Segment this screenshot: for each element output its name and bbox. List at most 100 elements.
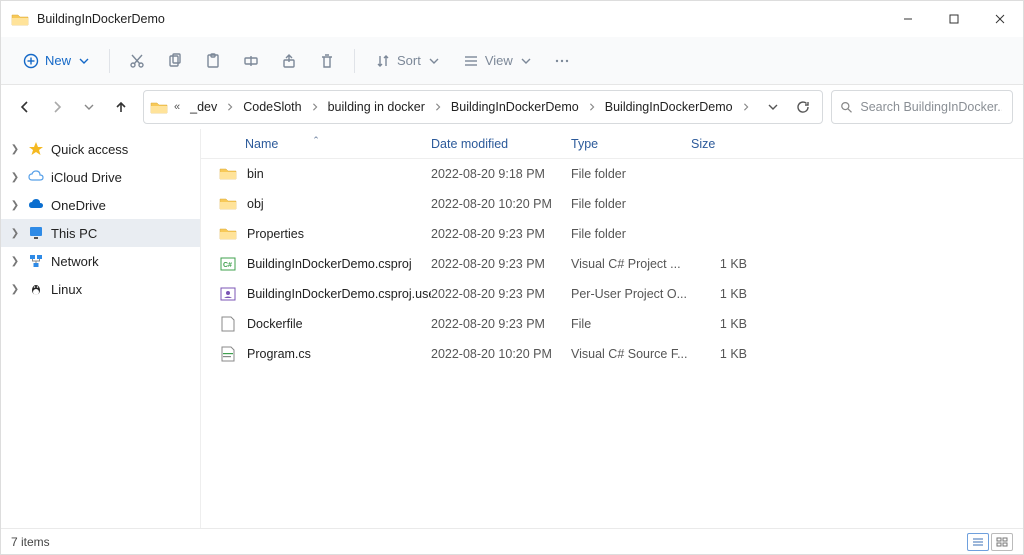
search-input[interactable] [858, 99, 1004, 115]
file-name: obj [247, 197, 264, 211]
monitor-icon [27, 225, 45, 241]
file-name: Dockerfile [247, 317, 303, 331]
chevron-down-icon [79, 56, 89, 66]
sidebar-item-this-pc[interactable]: ❯ This PC [1, 219, 200, 247]
file-size: 1 KB [691, 347, 751, 361]
file-row[interactable]: Dockerfile2022-08-20 9:23 PMFile1 KB [201, 309, 1023, 339]
address-bar[interactable]: « _dev CodeSloth building in docker Buil… [143, 90, 823, 124]
chevron-right-icon[interactable] [225, 102, 235, 112]
rename-button[interactable] [234, 47, 268, 75]
search-box[interactable] [831, 90, 1013, 124]
file-row[interactable]: BuildingInDockerDemo.csproj2022-08-20 9:… [201, 249, 1023, 279]
sidebar-item-label: Network [51, 254, 99, 269]
cut-button[interactable] [120, 47, 154, 75]
icons-view-toggle[interactable] [991, 533, 1013, 551]
more-button[interactable] [545, 47, 579, 75]
file-row[interactable]: Program.cs2022-08-20 10:20 PMVisual C# S… [201, 339, 1023, 369]
sort-label: Sort [397, 53, 421, 68]
file-type: File folder [571, 167, 691, 181]
sidebar-item-label: This PC [51, 226, 97, 241]
expand-caret[interactable]: ❯ [9, 284, 21, 295]
delete-button[interactable] [310, 47, 344, 75]
file-name: BuildingInDockerDemo.csproj.user [247, 287, 431, 301]
overflow-chevron[interactable]: « [172, 101, 182, 113]
separator [354, 49, 355, 73]
expand-caret[interactable]: ❯ [9, 256, 21, 267]
folder-icon [219, 165, 237, 183]
file-size: 1 KB [691, 287, 751, 301]
chevron-right-icon[interactable] [587, 102, 597, 112]
file-rows: bin2022-08-20 9:18 PMFile folderobj2022-… [201, 159, 1023, 369]
sidebar-item-quick-access[interactable]: ❯ Quick access [1, 135, 200, 163]
file-type: File folder [571, 197, 691, 211]
file-date: 2022-08-20 9:18 PM [431, 167, 571, 181]
separator [109, 49, 110, 73]
sidebar-item-icloud[interactable]: ❯ iCloud Drive [1, 163, 200, 191]
file-date: 2022-08-20 9:23 PM [431, 287, 571, 301]
back-button[interactable] [11, 93, 39, 121]
chevron-right-icon[interactable] [310, 102, 320, 112]
share-button[interactable] [272, 47, 306, 75]
expand-caret[interactable]: ❯ [9, 200, 21, 211]
folder-icon [219, 225, 237, 243]
sort-button[interactable]: Sort [365, 47, 449, 75]
sidebar-item-label: iCloud Drive [51, 170, 122, 185]
expand-caret[interactable]: ❯ [9, 144, 21, 155]
folder-icon [11, 12, 29, 26]
nav-row: « _dev CodeSloth building in docker Buil… [1, 85, 1023, 129]
sidebar-item-onedrive[interactable]: ❯ OneDrive [1, 191, 200, 219]
column-name[interactable]: ⌃ Name [201, 137, 431, 151]
status-bar: 7 items [1, 528, 1023, 554]
breadcrumb-item[interactable]: BuildingInDockerDemo [447, 98, 583, 116]
file-name: Properties [247, 227, 304, 241]
sidebar-item-linux[interactable]: ❯ Linux [1, 275, 200, 303]
chevron-down-icon [521, 56, 531, 66]
maximize-button[interactable] [931, 1, 977, 37]
refresh-button[interactable] [790, 94, 816, 120]
expand-caret[interactable]: ❯ [9, 172, 21, 183]
view-icon [463, 53, 479, 69]
sidebar-item-label: OneDrive [51, 198, 106, 213]
expand-caret[interactable]: ❯ [9, 228, 21, 239]
new-button[interactable]: New [13, 47, 99, 75]
details-view-toggle[interactable] [967, 533, 989, 551]
breadcrumb-item[interactable]: CodeSloth [239, 98, 305, 116]
forward-button[interactable] [43, 93, 71, 121]
file-row[interactable]: obj2022-08-20 10:20 PMFile folder [201, 189, 1023, 219]
copy-icon [167, 53, 183, 69]
chevron-down-icon [429, 56, 439, 66]
file-size: 1 KB [691, 257, 751, 271]
chevron-right-icon[interactable] [741, 102, 751, 112]
nav-pane: ❯ Quick access ❯ iCloud Drive ❯ OneDrive… [1, 129, 201, 528]
userproj-icon [219, 285, 237, 303]
file-row[interactable]: BuildingInDockerDemo.csproj.user2022-08-… [201, 279, 1023, 309]
address-dropdown-button[interactable] [760, 94, 786, 120]
star-icon [27, 141, 45, 157]
minimize-button[interactable] [885, 1, 931, 37]
column-type[interactable]: Type [571, 137, 691, 151]
close-button[interactable] [977, 1, 1023, 37]
file-row[interactable]: Properties2022-08-20 9:23 PMFile folder [201, 219, 1023, 249]
file-name: Program.cs [247, 347, 311, 361]
breadcrumb-item[interactable]: _dev [186, 98, 221, 116]
copy-button[interactable] [158, 47, 192, 75]
column-size[interactable]: Size [691, 137, 751, 151]
breadcrumb-item[interactable]: BuildingInDockerDemo [601, 98, 737, 116]
breadcrumb-item[interactable]: building in docker [324, 98, 429, 116]
icloud-icon [27, 169, 45, 185]
rename-icon [243, 53, 259, 69]
view-label: View [485, 53, 513, 68]
linux-icon [27, 281, 45, 297]
column-date[interactable]: Date modified [431, 137, 571, 151]
ellipsis-icon [554, 53, 570, 69]
sort-indicator-icon: ⌃ [312, 135, 320, 146]
folder-icon [150, 100, 168, 114]
view-button[interactable]: View [453, 47, 541, 75]
chevron-right-icon[interactable] [433, 102, 443, 112]
sidebar-item-network[interactable]: ❯ Network [1, 247, 200, 275]
recent-button[interactable] [75, 93, 103, 121]
up-button[interactable] [107, 93, 135, 121]
cs-icon [219, 345, 237, 363]
paste-button[interactable] [196, 47, 230, 75]
file-row[interactable]: bin2022-08-20 9:18 PMFile folder [201, 159, 1023, 189]
